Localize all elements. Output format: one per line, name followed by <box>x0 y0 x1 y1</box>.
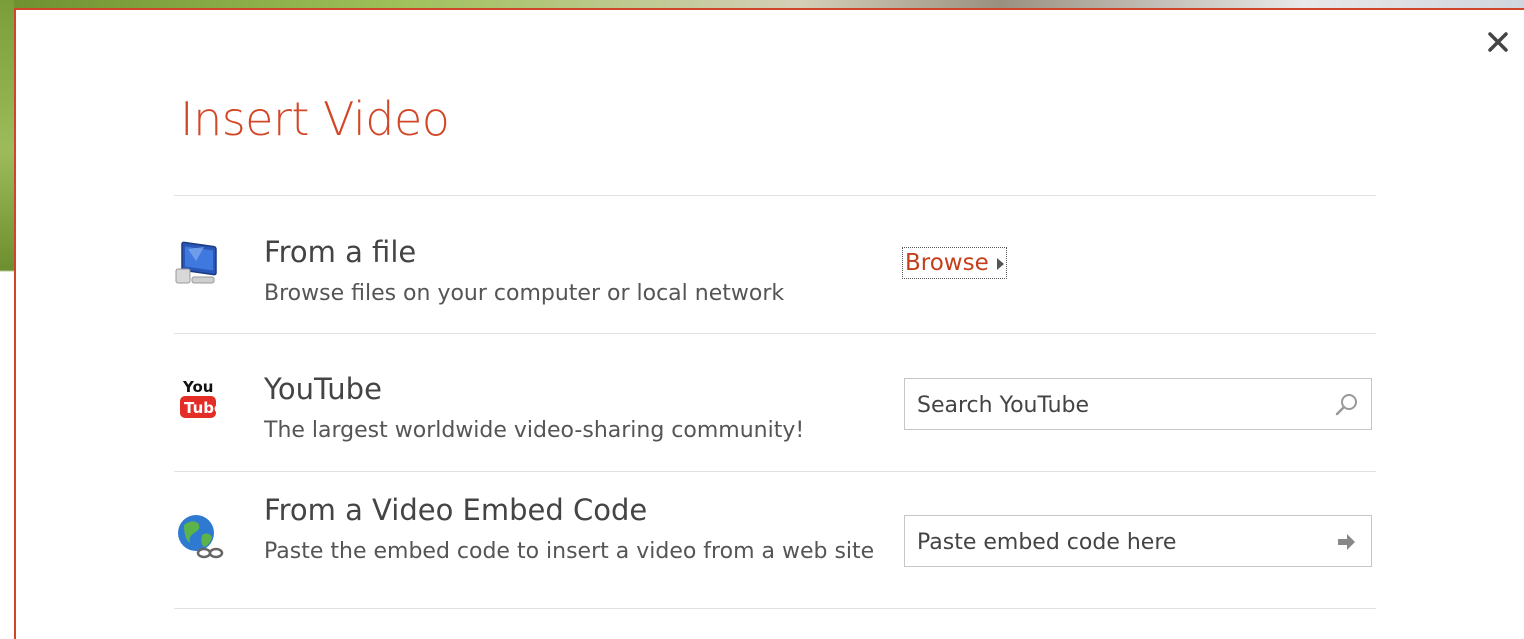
background-left <box>0 0 14 639</box>
search-icon <box>1335 394 1357 416</box>
insert-button[interactable] <box>1333 528 1361 556</box>
divider <box>174 608 1376 609</box>
divider <box>174 195 1376 196</box>
option-name: YouTube <box>264 372 382 406</box>
divider <box>174 333 1376 334</box>
embed-code-input[interactable] <box>915 524 1319 560</box>
insert-video-dialog: Insert Video From a file Browse files on… <box>14 8 1524 639</box>
option-description: Browse files on your computer or local n… <box>264 281 785 306</box>
option-name: From a Video Embed Code <box>264 493 648 527</box>
browse-button[interactable]: Browse <box>902 247 1007 279</box>
dialog-title: Insert Video <box>180 92 450 146</box>
svg-text:Tube: Tube <box>184 399 224 417</box>
option-from-file: From a file Browse files on your compute… <box>174 235 1376 325</box>
youtube-search-input[interactable] <box>915 387 1319 423</box>
option-youtube: You Tube YouTube The largest worldwide v… <box>174 372 1376 462</box>
computer-icon <box>174 235 226 287</box>
option-description: The largest worldwide video-sharing comm… <box>264 418 805 443</box>
option-description: Paste the embed code to insert a video f… <box>264 539 875 564</box>
option-embed-code: From a Video Embed Code Paste the embed … <box>174 493 1376 613</box>
close-icon <box>1488 32 1508 52</box>
youtube-search-field <box>904 378 1372 430</box>
browse-label: Browse <box>905 250 989 276</box>
arrow-right-icon <box>1338 534 1355 550</box>
youtube-icon: You Tube <box>174 372 226 424</box>
embed-code-field <box>904 515 1372 567</box>
search-button[interactable] <box>1333 391 1361 419</box>
svg-text:You: You <box>182 378 213 396</box>
close-button[interactable] <box>1484 28 1512 56</box>
divider <box>174 471 1376 472</box>
arrow-right-icon <box>996 257 1004 270</box>
option-name: From a file <box>264 235 417 269</box>
globe-icon <box>174 511 226 563</box>
